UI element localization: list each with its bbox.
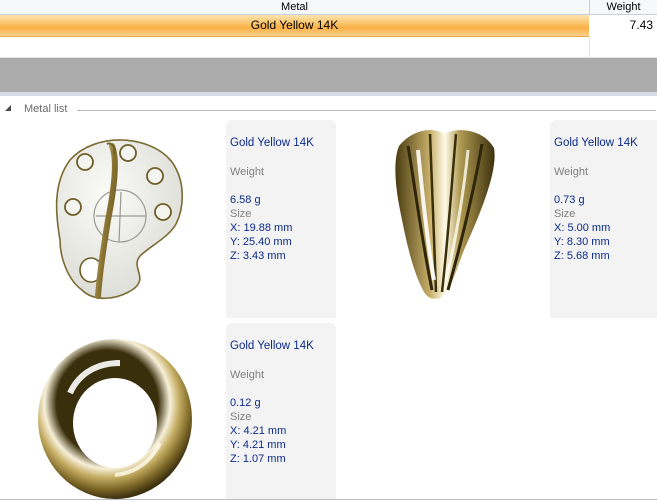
metal-item-card[interactable]: Gold Yellow 14K Weight 0.73 g Size X: 5.… <box>324 120 657 320</box>
metal-item-info: Gold Yellow 14K Weight 0.73 g Size X: 5.… <box>550 120 657 318</box>
bottom-border <box>0 499 657 500</box>
item-weight-value: 6.58 g <box>230 194 261 206</box>
jump-ring-thumbnail <box>0 323 220 499</box>
column-header-metal[interactable]: Metal <box>0 0 590 14</box>
grid-header: Metal Weight <box>0 0 657 15</box>
item-size-x: X: 4.21 mm <box>230 425 287 437</box>
item-weight-label: Weight <box>554 166 589 178</box>
metal-list-group-header[interactable]: Metal list <box>0 100 657 120</box>
item-size-z: Z: 3.43 mm <box>230 250 286 262</box>
metal-item-info: Gold Yellow 14K Weight 0.12 g Size X: 4.… <box>226 323 336 499</box>
column-header-weight[interactable]: Weight <box>590 0 657 14</box>
group-divider <box>77 110 656 111</box>
metal-item-info: Gold Yellow 14K Weight 6.58 g Size X: 19… <box>226 120 336 318</box>
item-size-y: Y: 25.40 mm <box>230 236 292 248</box>
item-weight-label: Weight <box>230 369 265 381</box>
metal-item-card[interactable]: Gold Yellow 14K Weight 0.12 g Size X: 4.… <box>0 323 336 499</box>
item-size-label: Size <box>554 208 576 220</box>
row-weight-cell[interactable]: 7.43 <box>590 15 657 36</box>
column-divider <box>589 36 590 58</box>
item-size-x: X: 5.00 mm <box>554 222 611 234</box>
item-metal-name: Gold Yellow 14K <box>554 137 638 149</box>
collapse-arrow-icon[interactable] <box>5 105 11 111</box>
item-weight-value: 0.12 g <box>230 397 261 409</box>
item-size-z: Z: 5.68 mm <box>554 250 610 262</box>
item-metal-name: Gold Yellow 14K <box>230 137 314 149</box>
item-size-label: Size <box>230 208 252 220</box>
empty-panel <box>0 58 657 96</box>
item-size-z: Z: 1.07 mm <box>230 453 286 465</box>
metal-item-card[interactable]: Gold Yellow 14K Weight 6.58 g Size X: 19… <box>0 120 336 320</box>
row-metal-cell[interactable]: Gold Yellow 14K <box>0 15 589 36</box>
item-size-x: X: 19.88 mm <box>230 222 293 234</box>
group-title: Metal list <box>24 103 68 115</box>
table-row[interactable]: Gold Yellow 14K <box>0 15 589 37</box>
item-weight-value: 0.73 g <box>554 194 585 206</box>
item-size-y: Y: 8.30 mm <box>554 236 610 248</box>
fluted-bail-thumbnail <box>324 120 544 320</box>
palette-pendant-thumbnail <box>0 120 220 320</box>
item-size-y: Y: 4.21 mm <box>230 439 286 451</box>
item-metal-name: Gold Yellow 14K <box>230 340 314 352</box>
metal-grid: Metal Weight Gold Yellow 14K 7.43 <box>0 0 657 58</box>
item-size-label: Size <box>230 411 252 423</box>
item-weight-label: Weight <box>230 166 265 178</box>
